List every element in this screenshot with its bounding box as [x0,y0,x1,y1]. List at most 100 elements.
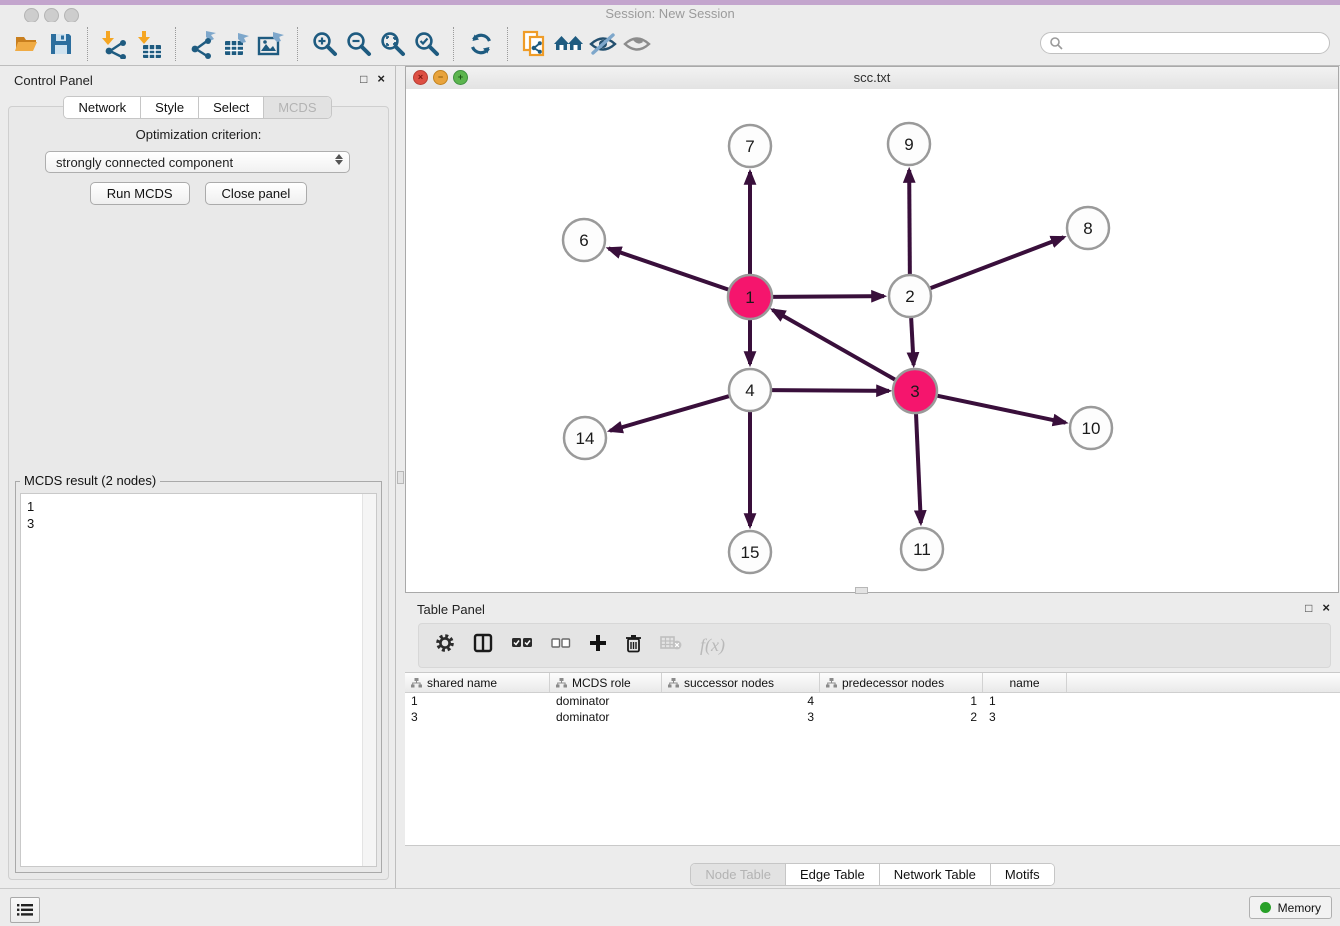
network-graph[interactable]: 7968124314101511 [406,89,1338,592]
toolbar-separator [87,27,89,61]
graph-edge-1-2[interactable] [772,296,884,297]
tab-style[interactable]: Style [141,97,199,118]
column-type-icon [556,678,567,688]
column-header-shared-name[interactable]: shared name [405,673,550,692]
search-input[interactable] [1063,36,1329,50]
column-type-icon [826,678,837,688]
deselect-all-icon[interactable] [551,637,571,655]
table-row[interactable]: 3 dominator 3 2 3 [405,709,1340,725]
mcds-result-group: MCDS result (2 nodes) 1 3 [15,481,382,873]
function-builder-icon[interactable]: f(x) [700,635,725,656]
zoom-selected-icon[interactable] [410,26,444,62]
tab-mcds[interactable]: MCDS [264,97,330,118]
tab-network[interactable]: Network [64,97,141,118]
graph-node-label: 7 [745,137,754,156]
splitter-handle-vertical[interactable] [397,471,404,484]
apply-layout-icon[interactable] [464,26,498,62]
column-type-icon [411,678,422,688]
column-header-mcds-role[interactable]: MCDS role [550,673,662,692]
column-chooser-icon[interactable] [473,633,493,658]
graph-edge-4-3[interactable] [772,390,889,391]
close-panel-icon[interactable]: × [1322,601,1330,614]
float-panel-icon[interactable]: □ [360,73,367,85]
column-header-successor-nodes[interactable]: successor nodes [662,673,820,692]
select-all-check-icon[interactable] [511,636,533,655]
toolbar-separator [507,27,509,61]
table-row[interactable]: 1 dominator 4 1 1 [405,693,1340,709]
tab-select[interactable]: Select [199,97,264,118]
status-bar: Memory [0,888,1340,926]
zoom-out-icon[interactable] [342,26,376,62]
control-panel: Control Panel □ × Network Style Select M… [0,66,396,888]
cell-predecessor-nodes: 2 [820,710,983,724]
column-header-predecessor-nodes[interactable]: predecessor nodes [820,673,983,692]
graph-node-label: 4 [745,381,754,400]
column-label: predecessor nodes [842,676,944,690]
graph-node-label: 15 [741,543,760,562]
settings-gear-icon[interactable] [435,633,455,658]
table-panel: Table Panel □ × f(x) [405,595,1340,888]
column-label: successor nodes [684,676,774,690]
open-folder-icon[interactable] [10,26,44,62]
add-column-icon[interactable] [589,634,607,657]
network-canvas[interactable]: 7968124314101511 [406,89,1338,592]
delete-table-icon[interactable] [660,635,682,656]
graph-edge-2-9[interactable] [909,170,910,274]
network-window-titlebar[interactable]: × − + scc.txt [406,67,1338,90]
column-label: shared name [427,676,497,690]
tab-network-table[interactable]: Network Table [880,864,991,885]
toolbar-separator [453,27,455,61]
graph-edge-1-6[interactable] [609,248,730,289]
graph-edge-4-14[interactable] [610,396,729,431]
search-box[interactable] [1040,32,1330,54]
app-titlebar: Session: New Session [0,5,1340,22]
graph-edge-3-1[interactable] [773,310,896,380]
graph-node-label: 9 [904,135,913,154]
window-title: Session: New Session [0,6,1340,21]
import-network-icon[interactable] [98,26,132,62]
graph-edge-2-3[interactable] [911,318,913,365]
graph-node-label: 10 [1082,419,1101,438]
save-icon[interactable] [44,26,78,62]
graph-edge-3-10[interactable] [937,396,1066,423]
run-mcds-button[interactable]: Run MCDS [90,182,190,205]
task-history-button[interactable] [10,897,40,923]
column-header-name[interactable]: name [983,673,1067,692]
clone-network-icon[interactable] [518,26,552,62]
tab-node-table[interactable]: Node Table [691,864,786,885]
import-table-icon[interactable] [132,26,166,62]
cell-successor-nodes: 4 [662,694,820,708]
tab-edge-table[interactable]: Edge Table [786,864,880,885]
graph-edge-3-11[interactable] [916,413,921,523]
table-panel-title: Table Panel [417,602,485,617]
graph-node-label: 2 [905,287,914,306]
graph-node-label: 11 [913,540,931,559]
control-panel-title: Control Panel [14,73,93,88]
close-panel-icon[interactable]: × [377,72,385,85]
close-panel-button[interactable]: Close panel [205,182,308,205]
column-label: MCDS role [572,676,631,690]
mcds-result-title: MCDS result (2 nodes) [20,473,160,488]
zoom-fit-icon[interactable] [376,26,410,62]
result-scrollbar[interactable] [362,494,376,866]
mcds-result-line: 1 [27,498,34,515]
preview-eye-icon[interactable] [620,26,654,62]
search-icon [1049,36,1063,50]
graph-node-label: 8 [1083,219,1092,238]
optimization-criterion-select[interactable]: strongly connected component [45,151,350,173]
graph-edge-2-8[interactable] [931,237,1064,288]
delete-column-icon[interactable] [625,634,642,658]
splitter-handle-horizontal[interactable] [855,587,868,594]
float-panel-icon[interactable]: □ [1305,602,1312,614]
export-network-icon[interactable] [186,26,220,62]
cell-mcds-role: dominator [550,710,662,724]
tab-motifs[interactable]: Motifs [991,864,1054,885]
memory-button[interactable]: Memory [1249,896,1332,919]
home-icon[interactable] [552,26,586,62]
export-image-icon[interactable] [254,26,288,62]
export-table-icon[interactable] [220,26,254,62]
hide-graphics-details-icon[interactable] [586,26,620,62]
mcds-result-textarea[interactable]: 1 3 [20,493,377,867]
cell-successor-nodes: 3 [662,710,820,724]
zoom-in-icon[interactable] [308,26,342,62]
